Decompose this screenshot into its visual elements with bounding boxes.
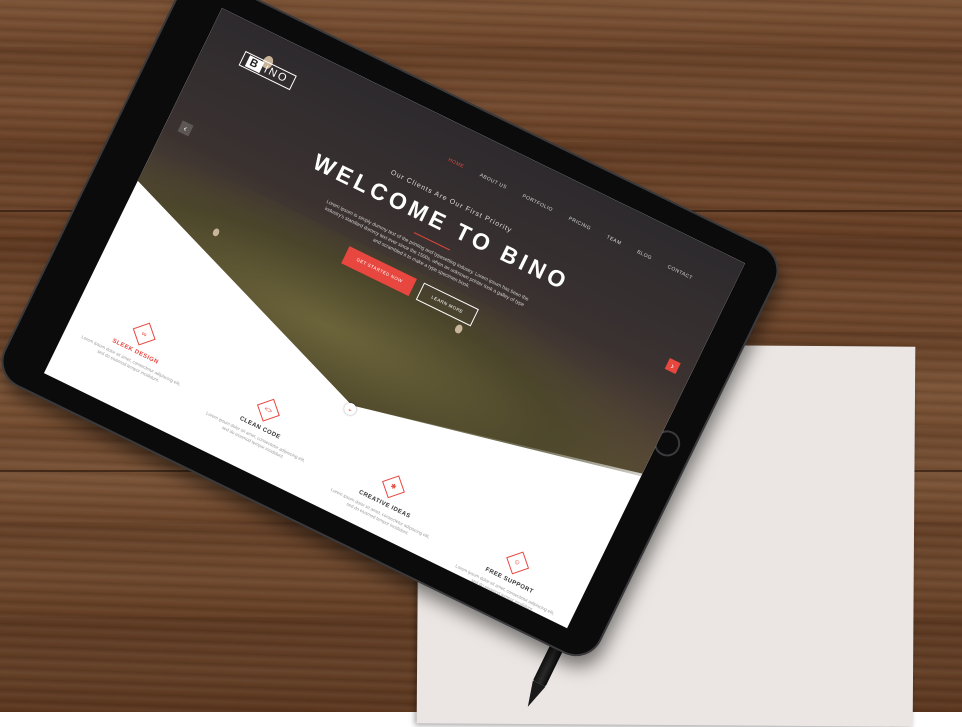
- bulb-icon: ✱: [381, 475, 405, 499]
- support-icon: ☺: [506, 551, 530, 575]
- feature-clean-code: <> CLEAN CODE Lorem ipsum dolor sit amet…: [190, 378, 322, 495]
- mouse-icon: ⌄: [345, 404, 355, 414]
- code-icon: <>: [257, 398, 281, 422]
- infinity-icon: ∞: [132, 322, 156, 346]
- feature-sleek-design: ∞ SLEEK DESIGN Lorem ipsum dolor sit ame…: [59, 302, 197, 431]
